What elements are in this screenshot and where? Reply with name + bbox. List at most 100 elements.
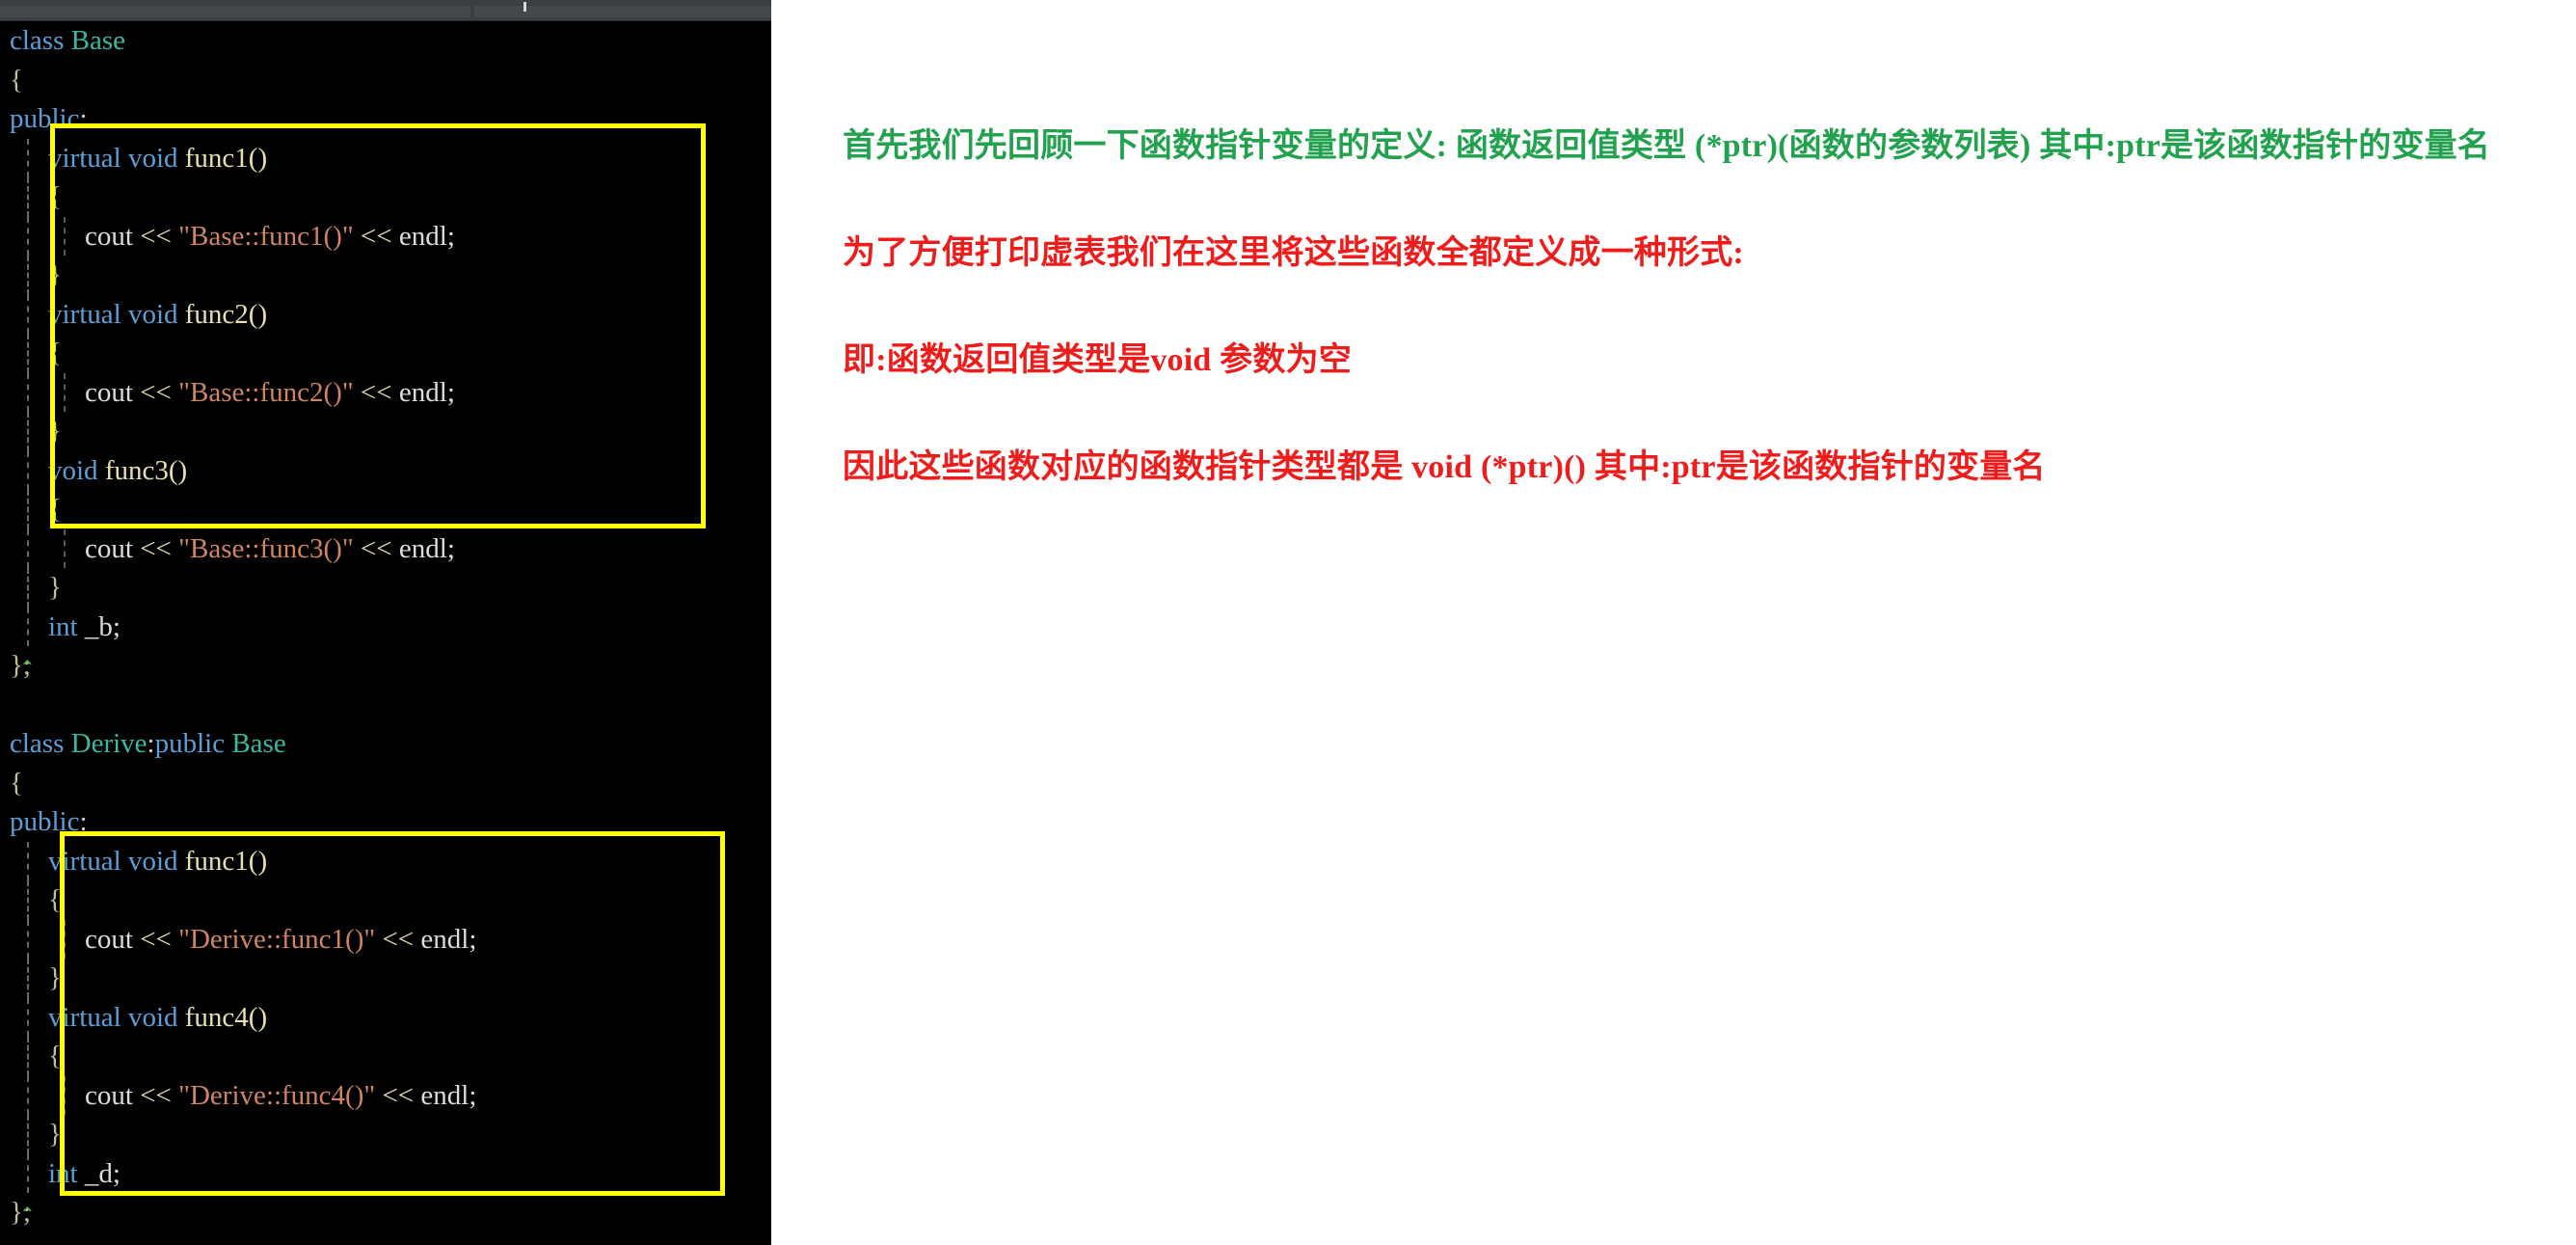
indent-guide: [64, 1075, 66, 1115]
code-token: <<: [353, 220, 399, 252]
code-token: {: [48, 338, 62, 368]
code-line[interactable]: class Base: [0, 21, 771, 61]
notes-list: 首先我们先回顾一下函数指针变量的定义: 函数返回值类型 (*ptr)(函数的参数…: [843, 127, 2576, 487]
code-line[interactable]: {: [0, 334, 771, 373]
code-text-area[interactable]: class Base {public: virtual void func1() {c…: [0, 21, 771, 1245]
code-line[interactable]: }: [0, 568, 771, 608]
code-line[interactable]: int _b;: [0, 607, 771, 646]
code-token: void: [48, 454, 105, 486]
code-line-text: {: [48, 884, 62, 915]
code-token: cout: [85, 532, 141, 564]
code-token: func3(): [104, 454, 188, 486]
indent-guide: [27, 412, 29, 451]
code-line[interactable]: cout << "Derive::func4()" << endl;: [0, 1075, 771, 1115]
code-line-text: class Base: [10, 25, 125, 56]
indent-guide: [27, 880, 29, 920]
code-line-text: {: [48, 338, 62, 368]
code-line[interactable]: }: [0, 256, 771, 295]
code-line[interactable]: [0, 686, 771, 725]
code-token: "Base::func3()": [178, 532, 354, 564]
code-line[interactable]: {: [0, 764, 771, 803]
code-token: endl;: [420, 1079, 477, 1111]
indent-guide: [27, 959, 29, 998]
toolbar-caret-marker: [523, 2, 526, 12]
code-line[interactable]: cout << "Base::func2()" << endl;: [0, 372, 771, 412]
indent-guide: [27, 450, 29, 490]
code-line-text: cout << "Base::func3()" << endl;: [85, 533, 455, 564]
code-line[interactable]: {: [0, 880, 771, 920]
code-line[interactable]: {: [0, 490, 771, 529]
code-line-text: {: [48, 1041, 62, 1071]
code-line[interactable]: {: [0, 1037, 771, 1076]
indent-guide: [64, 919, 66, 959]
code-line[interactable]: virtual void func1(): [0, 841, 771, 880]
indent-guide: [27, 177, 29, 217]
editor-toolbar[interactable]: [0, 0, 771, 21]
note-line: 即:函数返回值类型是void 参数为空: [843, 342, 1352, 378]
code-line[interactable]: cout << "Derive::func1()" << endl;: [0, 919, 771, 959]
code-line[interactable]: public:: [0, 99, 771, 139]
indent-guide: [27, 997, 29, 1037]
code-line[interactable]: virtual void func1(): [0, 138, 771, 177]
code-line-text: virtual void func2(): [48, 299, 267, 330]
code-fold-chevron-icon[interactable]: ⌃: [19, 1205, 36, 1225]
indent-guide: [27, 1037, 29, 1076]
code-line[interactable]: class Derive:public Base: [0, 724, 771, 764]
code-token: <<: [375, 1079, 421, 1111]
code-line[interactable]: }: [0, 412, 771, 451]
notes-pane: 首先我们先回顾一下函数指针变量的定义: 函数返回值类型 (*ptr)(函数的参数…: [771, 0, 2576, 1245]
code-token: Derive: [70, 728, 148, 759]
code-token: virtual: [48, 1001, 128, 1033]
code-token: func1(): [184, 845, 268, 877]
code-token: public: [154, 728, 232, 759]
code-line[interactable]: }: [0, 959, 771, 998]
code-line[interactable]: cout << "Base::func1()" << endl;: [0, 216, 771, 256]
code-line[interactable]: ⌃};: [0, 646, 771, 686]
indent-guide: [64, 216, 66, 256]
code-token: virtual: [48, 845, 128, 877]
code-token: :: [79, 806, 88, 837]
code-line-text: cout << "Base::func1()" << endl;: [85, 221, 455, 252]
code-line-text: int _d;: [48, 1158, 121, 1189]
code-line-text: }: [48, 572, 62, 603]
code-token: "Base::func2()": [178, 376, 354, 408]
indent-guide: [27, 1075, 29, 1115]
indent-guide: [64, 528, 66, 568]
code-token: }: [48, 572, 62, 603]
code-line[interactable]: virtual void func4(): [0, 997, 771, 1037]
code-line-text: }: [48, 259, 62, 290]
code-line[interactable]: {: [0, 177, 771, 217]
code-token: int: [48, 610, 85, 642]
code-token: _b;: [84, 610, 121, 642]
code-line-text: {: [48, 181, 62, 212]
code-line[interactable]: ⌃};: [0, 1193, 771, 1232]
code-fold-chevron-icon[interactable]: ⌃: [19, 659, 36, 678]
code-token: public: [10, 103, 80, 134]
code-token: func4(): [184, 1001, 268, 1033]
code-token: func1(): [184, 142, 268, 174]
indent-guide: [27, 607, 29, 646]
code-line[interactable]: }: [0, 1115, 771, 1154]
code-token: endl;: [398, 532, 455, 564]
code-line[interactable]: void func3(): [0, 450, 771, 490]
code-token: }: [48, 962, 62, 993]
code-token: :: [79, 103, 88, 134]
toolbar-segment-left: [0, 6, 470, 17]
code-line[interactable]: public:: [0, 802, 771, 842]
code-token: Base: [70, 25, 125, 56]
code-line-text: public:: [10, 103, 88, 134]
indent-guide: [27, 372, 29, 412]
code-line[interactable]: int _d;: [0, 1153, 771, 1193]
code-token: }: [48, 259, 62, 290]
code-line[interactable]: virtual void func2(): [0, 294, 771, 334]
screenshot-root: class Base {public: virtual void func1() {c…: [0, 0, 2576, 1245]
code-line-text: cout << "Derive::func1()" << endl;: [85, 924, 476, 955]
code-token: {: [10, 64, 23, 95]
indent-guide: [27, 1115, 29, 1154]
code-token: void: [127, 1001, 185, 1033]
code-token: <<: [140, 923, 179, 955]
code-line[interactable]: cout << "Base::func3()" << endl;: [0, 528, 771, 568]
code-token: "Derive::func1()": [178, 923, 376, 955]
code-token: virtual: [48, 142, 128, 174]
code-line[interactable]: {: [0, 61, 771, 100]
